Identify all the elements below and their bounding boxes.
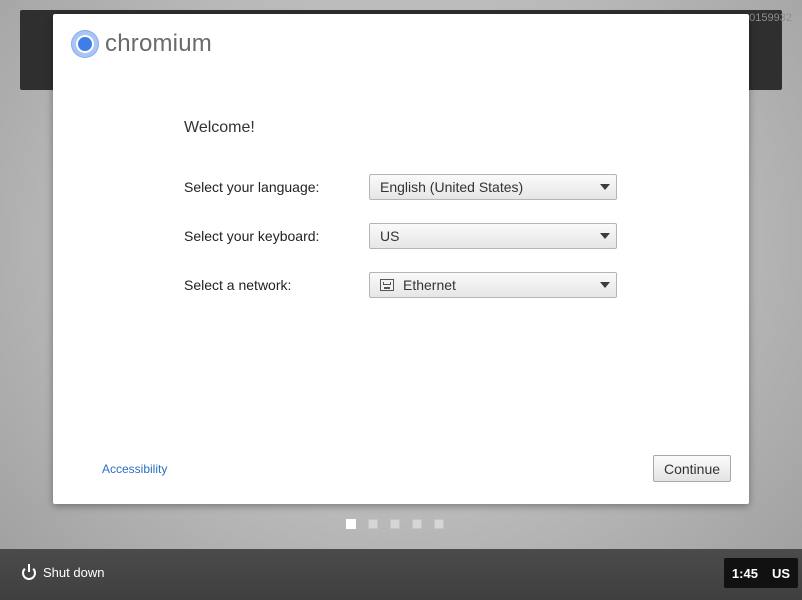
oobe-welcome-dialog: chromium Welcome! Select your language: …	[53, 14, 749, 504]
progress-dot	[412, 519, 422, 529]
shutdown-label: Shut down	[43, 565, 105, 580]
progress-dot	[434, 519, 444, 529]
accessibility-link[interactable]: Accessibility	[102, 462, 167, 476]
shelf: Shut down 1:45 US	[0, 549, 802, 600]
chevron-down-icon	[600, 184, 610, 190]
network-value: Ethernet	[403, 277, 456, 293]
chevron-down-icon	[600, 233, 610, 239]
chromium-logo: chromium	[71, 30, 212, 58]
language-label: Select your language:	[184, 179, 320, 195]
clock: 1:45	[731, 565, 758, 581]
progress-dots	[346, 519, 456, 529]
language-row: Select your language: English (United St…	[184, 174, 617, 200]
keyboard-select[interactable]: US	[369, 223, 617, 249]
chevron-down-icon	[600, 282, 610, 288]
network-label: Select a network:	[184, 277, 292, 293]
language-value: English (United States)	[380, 179, 524, 195]
progress-dot-active	[346, 519, 356, 529]
power-icon	[22, 563, 36, 580]
keyboard-value: US	[380, 228, 400, 244]
language-select[interactable]: English (United States)	[369, 174, 617, 200]
ethernet-icon	[380, 279, 394, 291]
keyboard-row: Select your keyboard: US	[184, 223, 617, 249]
network-row: Select a network: Ethernet	[184, 272, 617, 298]
continue-button[interactable]: Continue	[653, 455, 731, 482]
build-version-tag: 0159932	[749, 12, 792, 24]
shutdown-button[interactable]: Shut down	[22, 563, 105, 580]
keyboard-label: Select your keyboard:	[184, 228, 320, 244]
input-method-indicator: US	[771, 565, 790, 581]
progress-dot	[368, 519, 378, 529]
progress-dot	[390, 519, 400, 529]
status-tray[interactable]: 1:45 US	[723, 558, 798, 588]
logo-text: chromium	[105, 30, 212, 57]
network-select[interactable]: Ethernet	[369, 272, 617, 298]
welcome-title: Welcome!	[184, 119, 255, 136]
chromium-logo-icon	[71, 30, 99, 58]
